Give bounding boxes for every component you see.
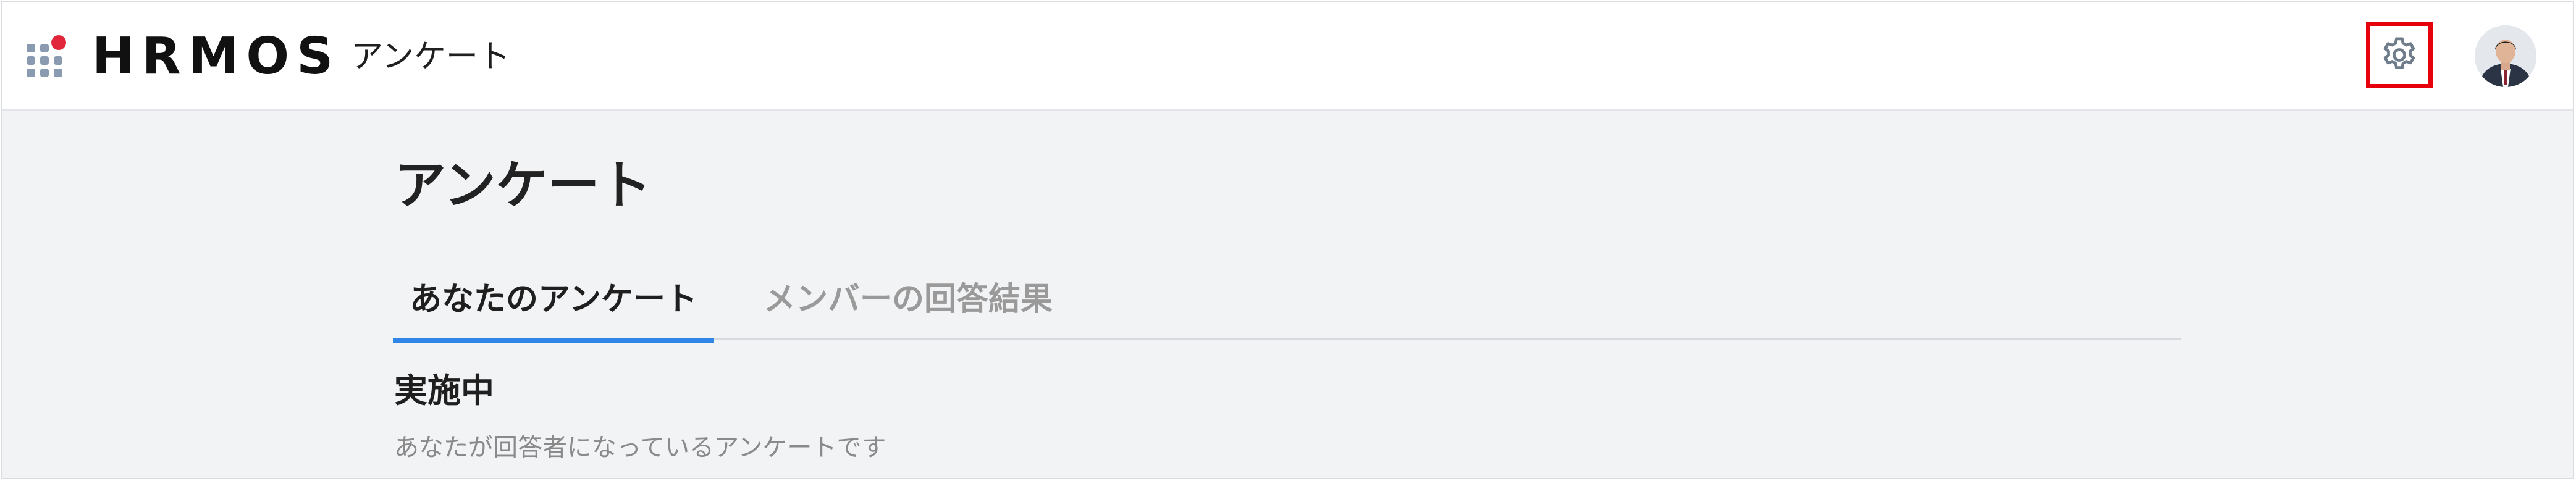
section-title: 実施中 bbox=[394, 371, 494, 410]
tab-member-results[interactable]: メンバーの回答結果 bbox=[764, 267, 1053, 340]
settings-button[interactable] bbox=[2366, 22, 2433, 88]
section-description: あなたが回答者になっているアンケートです bbox=[394, 433, 886, 462]
gear-icon bbox=[2383, 37, 2415, 69]
hrmos-logo[interactable]: HRMOS bbox=[92, 29, 340, 85]
tab-your-surveys[interactable]: あなたのアンケート bbox=[393, 267, 714, 343]
page-title: アンケート bbox=[394, 155, 652, 215]
tab-bar: あなたのアンケート メンバーの回答結果 bbox=[393, 267, 2181, 343]
app-grid-icon[interactable] bbox=[27, 35, 66, 77]
app-window: HRMOS アンケート アンケート あなたのアンケート メンバーの回答結果 実施… bbox=[1, 1, 2574, 479]
user-avatar[interactable] bbox=[2475, 25, 2536, 87]
top-navigation-bar: HRMOS アンケート bbox=[2, 2, 2573, 111]
app-title: アンケート bbox=[351, 38, 510, 75]
avatar-image bbox=[2475, 25, 2536, 87]
